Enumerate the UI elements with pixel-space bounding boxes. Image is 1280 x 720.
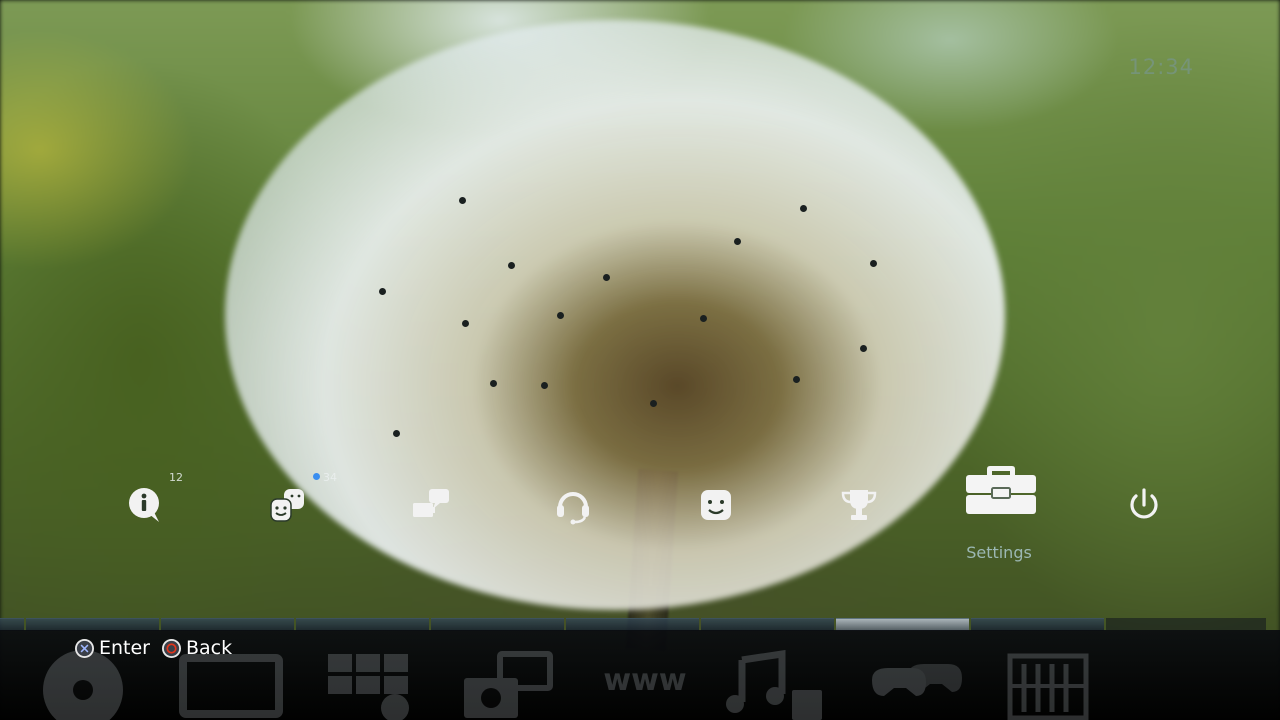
capture-gallery-tile[interactable] — [460, 650, 570, 720]
wallpaper-dandelion — [225, 20, 1005, 610]
friends-faces-icon — [270, 489, 304, 522]
enter-label: Enter — [99, 637, 150, 659]
friends-button[interactable] — [268, 485, 308, 525]
share-play-tile[interactable] — [862, 650, 972, 720]
notifications-button[interactable] — [125, 485, 165, 525]
monitor-icon — [179, 654, 283, 718]
disc-icon — [43, 650, 123, 720]
power-button[interactable] — [1124, 485, 1164, 525]
settings-label: Settings — [966, 543, 1032, 562]
party-button[interactable] — [553, 485, 593, 525]
content-tab-strip — [0, 618, 1280, 631]
online-dot-icon — [313, 473, 320, 480]
back-hint: Back — [162, 637, 232, 659]
grid-store-icon — [328, 654, 409, 720]
notifications-count-badge: 12 — [169, 471, 183, 484]
headset-icon — [557, 492, 589, 525]
trophies-button[interactable] — [839, 485, 879, 525]
enter-hint: Enter — [75, 637, 150, 659]
music-tile[interactable] — [722, 649, 832, 720]
controllers-icon — [872, 664, 962, 696]
power-icon — [1130, 488, 1158, 519]
tv-video-tile[interactable] — [178, 650, 288, 720]
www-icon: www — [603, 663, 686, 698]
info-bubble-icon — [129, 488, 159, 522]
messages-icon — [413, 489, 449, 517]
home-screen: 12:34 12 34 Settings www Enter Back — [0, 0, 1280, 720]
library-shelf-icon — [1007, 653, 1089, 720]
svg-text:www: www — [603, 663, 686, 698]
library-tile[interactable] — [1000, 650, 1110, 720]
friends-count-badge: 34 — [313, 471, 337, 484]
profile-button[interactable] — [696, 485, 736, 525]
internet-browser-tile[interactable]: www — [590, 650, 700, 720]
circle-button-icon — [162, 638, 181, 658]
cross-button-icon — [75, 638, 94, 658]
tab-segment-empty — [1106, 618, 1266, 630]
music-note-icon — [726, 649, 822, 720]
profile-face-icon — [701, 490, 731, 520]
camera-icon — [464, 651, 553, 718]
disc-tile[interactable] — [28, 650, 138, 720]
button-hints: Enter Back — [75, 637, 232, 659]
trophy-icon — [841, 490, 877, 520]
back-label: Back — [186, 637, 233, 659]
toolbox-icon — [966, 466, 1036, 514]
messages-button[interactable] — [411, 485, 451, 525]
settings-button[interactable] — [964, 462, 1038, 518]
store-tile[interactable] — [323, 650, 433, 720]
clock: 12:34 — [1128, 55, 1194, 79]
